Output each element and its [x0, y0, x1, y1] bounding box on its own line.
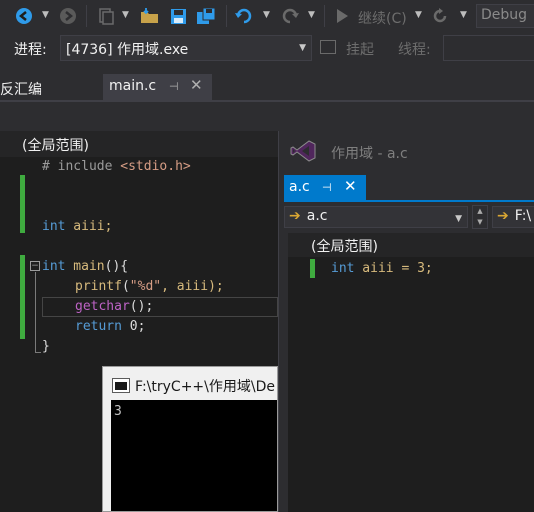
code-line-main: int main(){	[42, 259, 129, 274]
continue-button: 继续(C)	[358, 11, 407, 27]
suspend-button: 挂起	[346, 42, 374, 58]
restart-icon	[430, 6, 450, 26]
window-title: 作用域 - a.c	[331, 146, 408, 162]
chevron-down-icon: ▼	[299, 43, 306, 53]
file-navigation-select[interactable]: ➔ a.c ▼	[284, 206, 468, 228]
navigate-back-icon[interactable]	[14, 6, 34, 26]
code-line-assignment: int aiii = 3;	[331, 261, 433, 276]
thread-select[interactable]	[443, 35, 534, 61]
tab-disassembly[interactable]: 反汇编	[0, 79, 42, 99]
code-line-close-brace: }	[42, 339, 50, 354]
changed-lines-marker	[310, 259, 315, 278]
chevron-down-icon[interactable]: ▼	[415, 10, 422, 20]
process-select[interactable]: [4736] 作用域.exe ▼	[60, 35, 312, 61]
close-icon[interactable]: ✕	[190, 76, 203, 94]
navigation-bar: ➔ a.c ▼ ▲ ▼ ➔ F:\	[284, 202, 534, 232]
configuration-value: Debug	[481, 7, 528, 23]
save-all-icon[interactable]	[196, 6, 216, 26]
redo-icon	[280, 6, 300, 26]
spin-button[interactable]: ▲ ▼	[472, 205, 488, 229]
pin-icon[interactable]: ⊣	[169, 80, 179, 93]
code-line-include: # include <stdio.h>	[42, 159, 191, 174]
console-output: 3	[114, 404, 122, 419]
changed-lines-marker	[20, 175, 25, 233]
code-editor-a-c[interactable]: int aiii = 3;	[288, 257, 534, 512]
open-folder-icon[interactable]	[140, 6, 160, 26]
console-window[interactable]: F:\tryC++\作用域\De 3	[102, 366, 278, 512]
code-line-return: return 0;	[75, 319, 146, 334]
save-icon[interactable]	[168, 6, 188, 26]
scope-select-right[interactable]: (全局范围)	[311, 236, 378, 256]
tab-strip-divider	[0, 100, 534, 102]
tab-a-c[interactable]: a.c ⊣ ✕	[284, 175, 366, 201]
collapse-icon[interactable]: −	[30, 261, 40, 271]
chevron-down-icon[interactable]: ▼	[122, 10, 129, 20]
arrow-right-icon: ➔	[289, 208, 301, 224]
process-value: [4736] 作用域.exe	[66, 42, 189, 58]
fold-guide	[35, 272, 36, 352]
code-line-printf: printf("%d", aiii);	[75, 279, 224, 294]
solution-configuration-select[interactable]: Debug	[476, 4, 534, 28]
new-project-icon	[96, 6, 116, 26]
console-app-icon	[112, 378, 130, 393]
close-icon[interactable]: ✕	[344, 177, 357, 195]
undo-icon[interactable]	[234, 6, 254, 26]
visual-studio-logo-icon	[290, 140, 316, 162]
nav-path-value: F:\	[514, 208, 532, 224]
pin-icon[interactable]: ⊣	[322, 181, 332, 194]
play-icon	[332, 6, 352, 26]
chevron-down-icon[interactable]: ▼	[460, 10, 467, 20]
fold-guide-end	[35, 352, 41, 353]
console-title: F:\tryC++\作用域\De	[135, 379, 275, 395]
process-label: 进程:	[14, 42, 47, 58]
suspend-icon	[320, 40, 336, 54]
scope-select-left[interactable]: (全局范围)	[22, 135, 89, 155]
changed-lines-marker	[20, 255, 25, 339]
code-line-declaration: int aiii;	[42, 219, 113, 234]
code-line-getchar: getchar();	[75, 299, 154, 314]
tab-a-c-label: a.c	[289, 179, 310, 195]
thread-label: 线程:	[398, 42, 431, 58]
navigate-forward-icon	[58, 6, 78, 26]
tab-main-c[interactable]: main.c ⊣ ✕	[103, 74, 212, 100]
path-navigation-select[interactable]: ➔ F:\	[492, 206, 534, 228]
console-output-area[interactable]: 3	[111, 400, 277, 511]
nav-file-value: a.c	[306, 208, 328, 224]
arrow-right-icon: ➔	[497, 208, 509, 224]
chevron-down-icon[interactable]: ▼	[308, 10, 315, 20]
debug-toolbar: ▼ ▼ ▼ ▼ 继续(C) ▼ ▼ Debug	[0, 0, 534, 32]
chevron-down-icon[interactable]: ▼	[263, 10, 270, 20]
chevron-down-icon[interactable]: ▼	[42, 10, 49, 20]
chevron-down-icon: ▼	[455, 214, 462, 224]
tab-main-c-label: main.c	[109, 78, 157, 94]
